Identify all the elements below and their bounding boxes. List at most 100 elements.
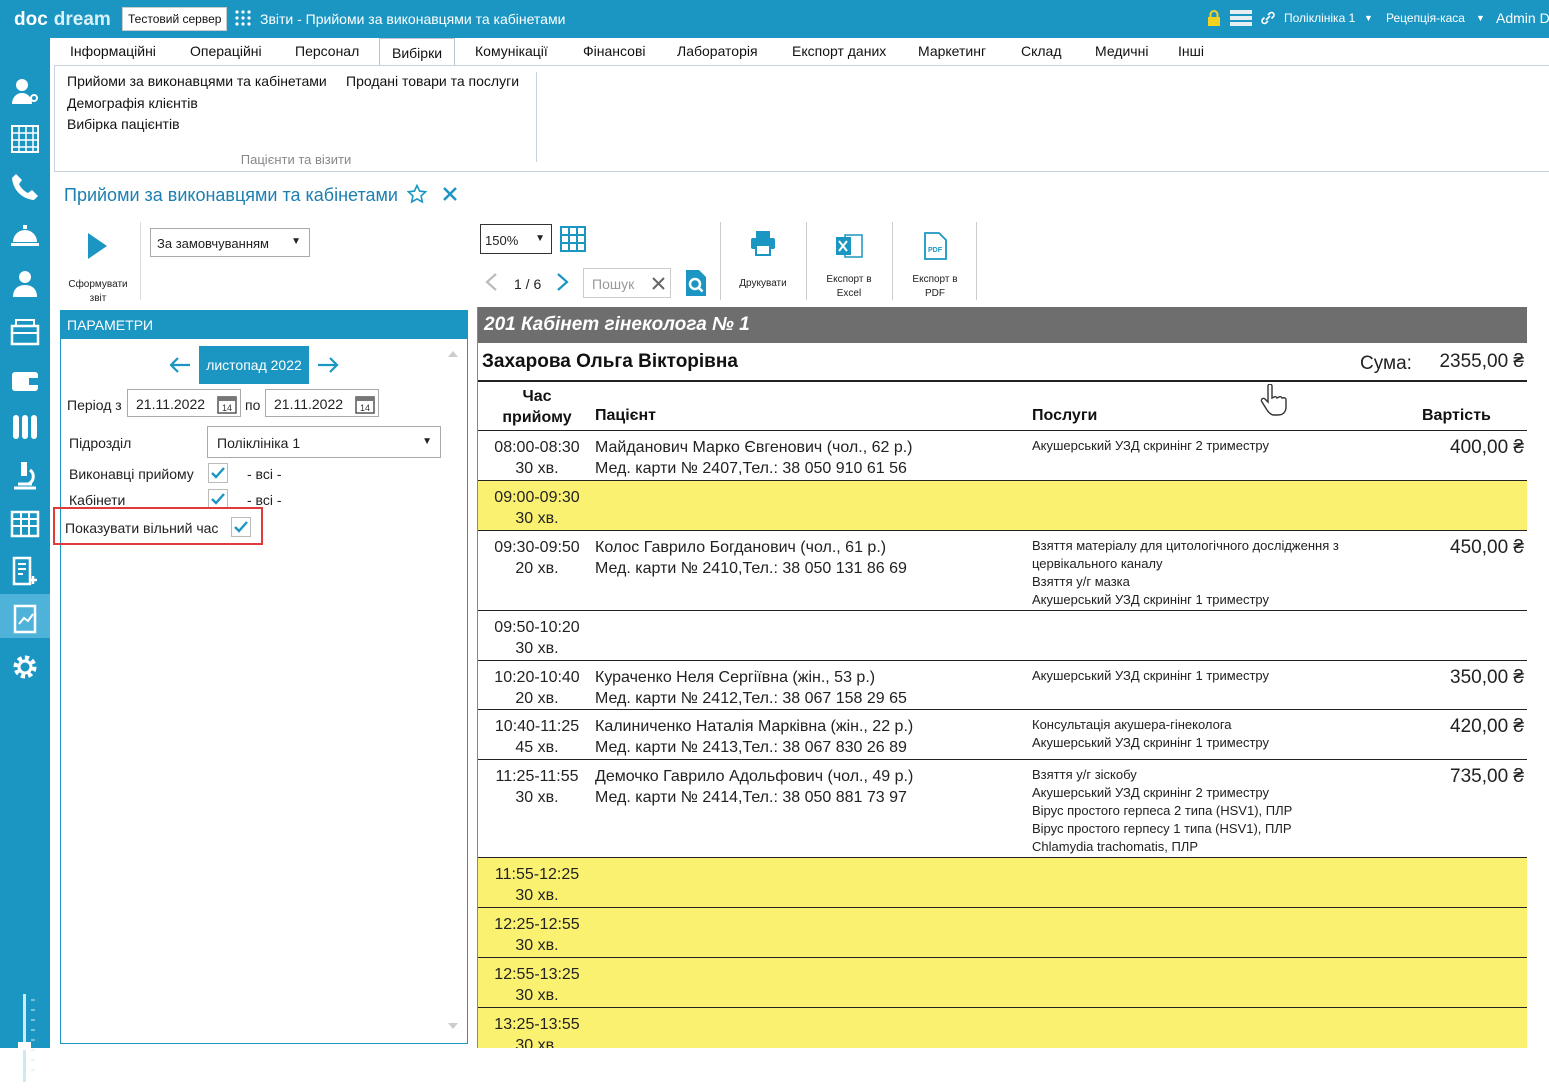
sidebar-item-wallet[interactable] [0,354,50,398]
sidebar-item-reception[interactable] [0,210,50,254]
sidebar-item-settings[interactable] [0,642,50,686]
sidebar-item-cashbox[interactable] [0,306,50,350]
tab-other[interactable]: Інші [1178,43,1204,59]
grid-view-icon[interactable] [560,226,586,252]
title-bar: doc dream Тестовий сервер Звіти - Прийоми… [0,0,1549,38]
doctor-name: Захарова Ольга Вікторівна [482,351,738,372]
patient-name: Демочко Гаврило Адольфович (чол., 49 р.) [595,768,914,785]
sidebar-item-timetable[interactable] [0,498,50,542]
sidebar-item-calls[interactable] [0,162,50,206]
month-selector[interactable]: листопад 2022 [199,346,309,384]
scroll-up-icon[interactable] [447,350,459,358]
prev-page-icon[interactable] [484,272,498,292]
star-favorite-icon[interactable] [407,184,427,204]
next-month-arrow-icon[interactable] [317,356,339,374]
calendar-icon[interactable]: 14 [355,394,375,414]
play-icon [88,233,107,259]
col-header-services: Послуги [1032,407,1098,424]
apps-grid-icon[interactable] [235,10,251,26]
tab-selections[interactable]: Вибірки [379,38,456,67]
sidebar-item-lab[interactable] [0,402,50,446]
lock-icon[interactable] [1207,10,1221,27]
zoom-slider-track[interactable] [0,990,50,1086]
role-dropdown-icon[interactable]: ▼ [1476,13,1485,23]
services-list: Взяття матеріалу для цитологічного дослі… [1032,537,1362,609]
search-icon[interactable] [683,268,709,298]
period-to-input[interactable]: 21.11.2022 14 [265,389,379,417]
performers-checkbox[interactable] [208,463,228,483]
report-mode-select[interactable]: За замовчуванням ▼ [150,228,310,257]
tab-operational[interactable]: Операційні [190,43,262,59]
patient-info: Майданович Марко Євгенович (чол., 62 р.)… [595,437,913,479]
patient-info: Кураченко Неля Сергіївна (жін., 53 р.) Ме… [595,667,907,709]
sidebar-item-research[interactable] [0,450,50,494]
link-sold-goods-services[interactable]: Продані товари та послуги [346,73,519,89]
calendar-grid-icon [11,125,39,153]
gear-icon [13,655,37,679]
slot-time: 08:00-08:30 30 хв. [494,439,580,477]
services-list: Акушерський УЗД скринінг 1 триместру [1032,667,1362,685]
sidebar-item-schedule[interactable] [0,114,50,158]
table-row: 11:25-11:55 30 хв. Демочко Гаврило Адольфо… [478,760,1527,858]
tab-financial[interactable]: Фінансові [583,43,646,59]
generate-report-button[interactable]: Сформувати звіт [60,230,136,304]
tab-data-export[interactable]: Експорт даних [792,43,886,59]
division-select[interactable]: Поліклініка 1 ▼ [207,426,441,458]
next-page-icon[interactable] [556,272,570,292]
service-item: Акушерський УЗД скринінг 2 триместру [1032,785,1270,800]
clinic-dropdown-icon[interactable]: ▼ [1364,13,1373,23]
table-row: 09:30-09:50 20 хв. Колос Гаврило Богданови… [478,531,1527,611]
prev-month-arrow-icon[interactable] [169,356,191,374]
cabinets-checkbox[interactable] [208,489,228,509]
calendar-icon[interactable]: 14 [217,394,237,414]
clinic-selector[interactable]: Поліклініка 1 [1284,11,1355,25]
excel-icon [836,234,863,258]
parameters-panel: ПАРАМЕТРИ листопад 2022 Період з 21.11.2… [60,310,468,1044]
export-excel-button[interactable]: Експорт в Excel [814,232,884,301]
free-slot-row: 12:25-12:55 30 хв. [478,908,1527,958]
generate-report-label: Сформувати звіт [68,279,128,304]
division-label: Підрозділ [69,435,132,451]
link-client-demographics[interactable]: Демографія клієнтів [67,95,198,111]
slot-time: 11:25-11:55 30 хв. [495,768,579,806]
sidebar-item-reports[interactable] [0,594,50,638]
highlight-box [53,507,263,545]
table-row: 08:00-08:30 30 хв. Майданович Марко Євгено… [478,431,1527,481]
tab-laboratory[interactable]: Лабораторія [677,43,758,59]
period-to-label: по [245,397,261,413]
cost-value: 400,00 ₴ [1450,437,1524,458]
service-item: Взяття матеріалу для цитологічного дослі… [1032,538,1339,571]
link-appointments-by-performers[interactable]: Прийоми за виконавцями та кабінетами [67,73,327,89]
ribbon-panel: Прийоми за виконавцями та кабінетами Про… [54,65,1549,172]
server-icon[interactable] [1230,10,1252,27]
sidebar-item-doctor[interactable] [0,66,50,110]
tab-informational[interactable]: Інформаційні [70,43,156,59]
chevron-down-icon: ▼ [535,233,545,244]
patient-card: Мед. карти № 2410,Тел.: 38 050 131 86 69 [595,560,907,577]
link-icon[interactable] [1260,10,1276,26]
user-menu[interactable]: Admin D [1496,10,1549,26]
clear-search-icon[interactable] [652,277,665,290]
zoom-select[interactable]: 150% ▼ [480,224,552,254]
link-patient-selection[interactable]: Вибірка пацієнтів [67,116,180,132]
slot-time: 12:55-13:25 30 хв. [494,966,580,1004]
period-from-input[interactable]: 21.11.2022 14 [127,389,241,417]
sidebar-item-staff[interactable] [0,258,50,302]
tab-warehouse[interactable]: Склад [1021,43,1062,59]
tab-medical[interactable]: Медичні [1095,43,1148,59]
sidebar-zoom-slider[interactable] [0,990,50,1086]
chevron-down-icon: ▼ [422,436,432,447]
service-item: Акушерський УЗД скринінг 1 триместру [1032,735,1270,750]
print-button[interactable]: Друкувати [730,230,796,291]
tab-marketing[interactable]: Маркетинг [918,43,986,59]
parameters-title: ПАРАМЕТРИ [61,311,467,339]
search-input[interactable]: Пошук [583,268,671,298]
role-selector[interactable]: Рецепція-каса [1386,11,1465,25]
sidebar-item-documents[interactable] [0,546,50,590]
patient-name: Кураченко Неля Сергіївна (жін., 53 р.) [595,669,876,686]
export-pdf-button[interactable]: PDF Експорт в PDF [900,232,970,301]
tab-personnel[interactable]: Персонал [295,43,359,59]
close-icon[interactable] [443,187,457,201]
scroll-down-icon[interactable] [447,1022,459,1030]
tab-communications[interactable]: Комунікації [475,43,548,59]
